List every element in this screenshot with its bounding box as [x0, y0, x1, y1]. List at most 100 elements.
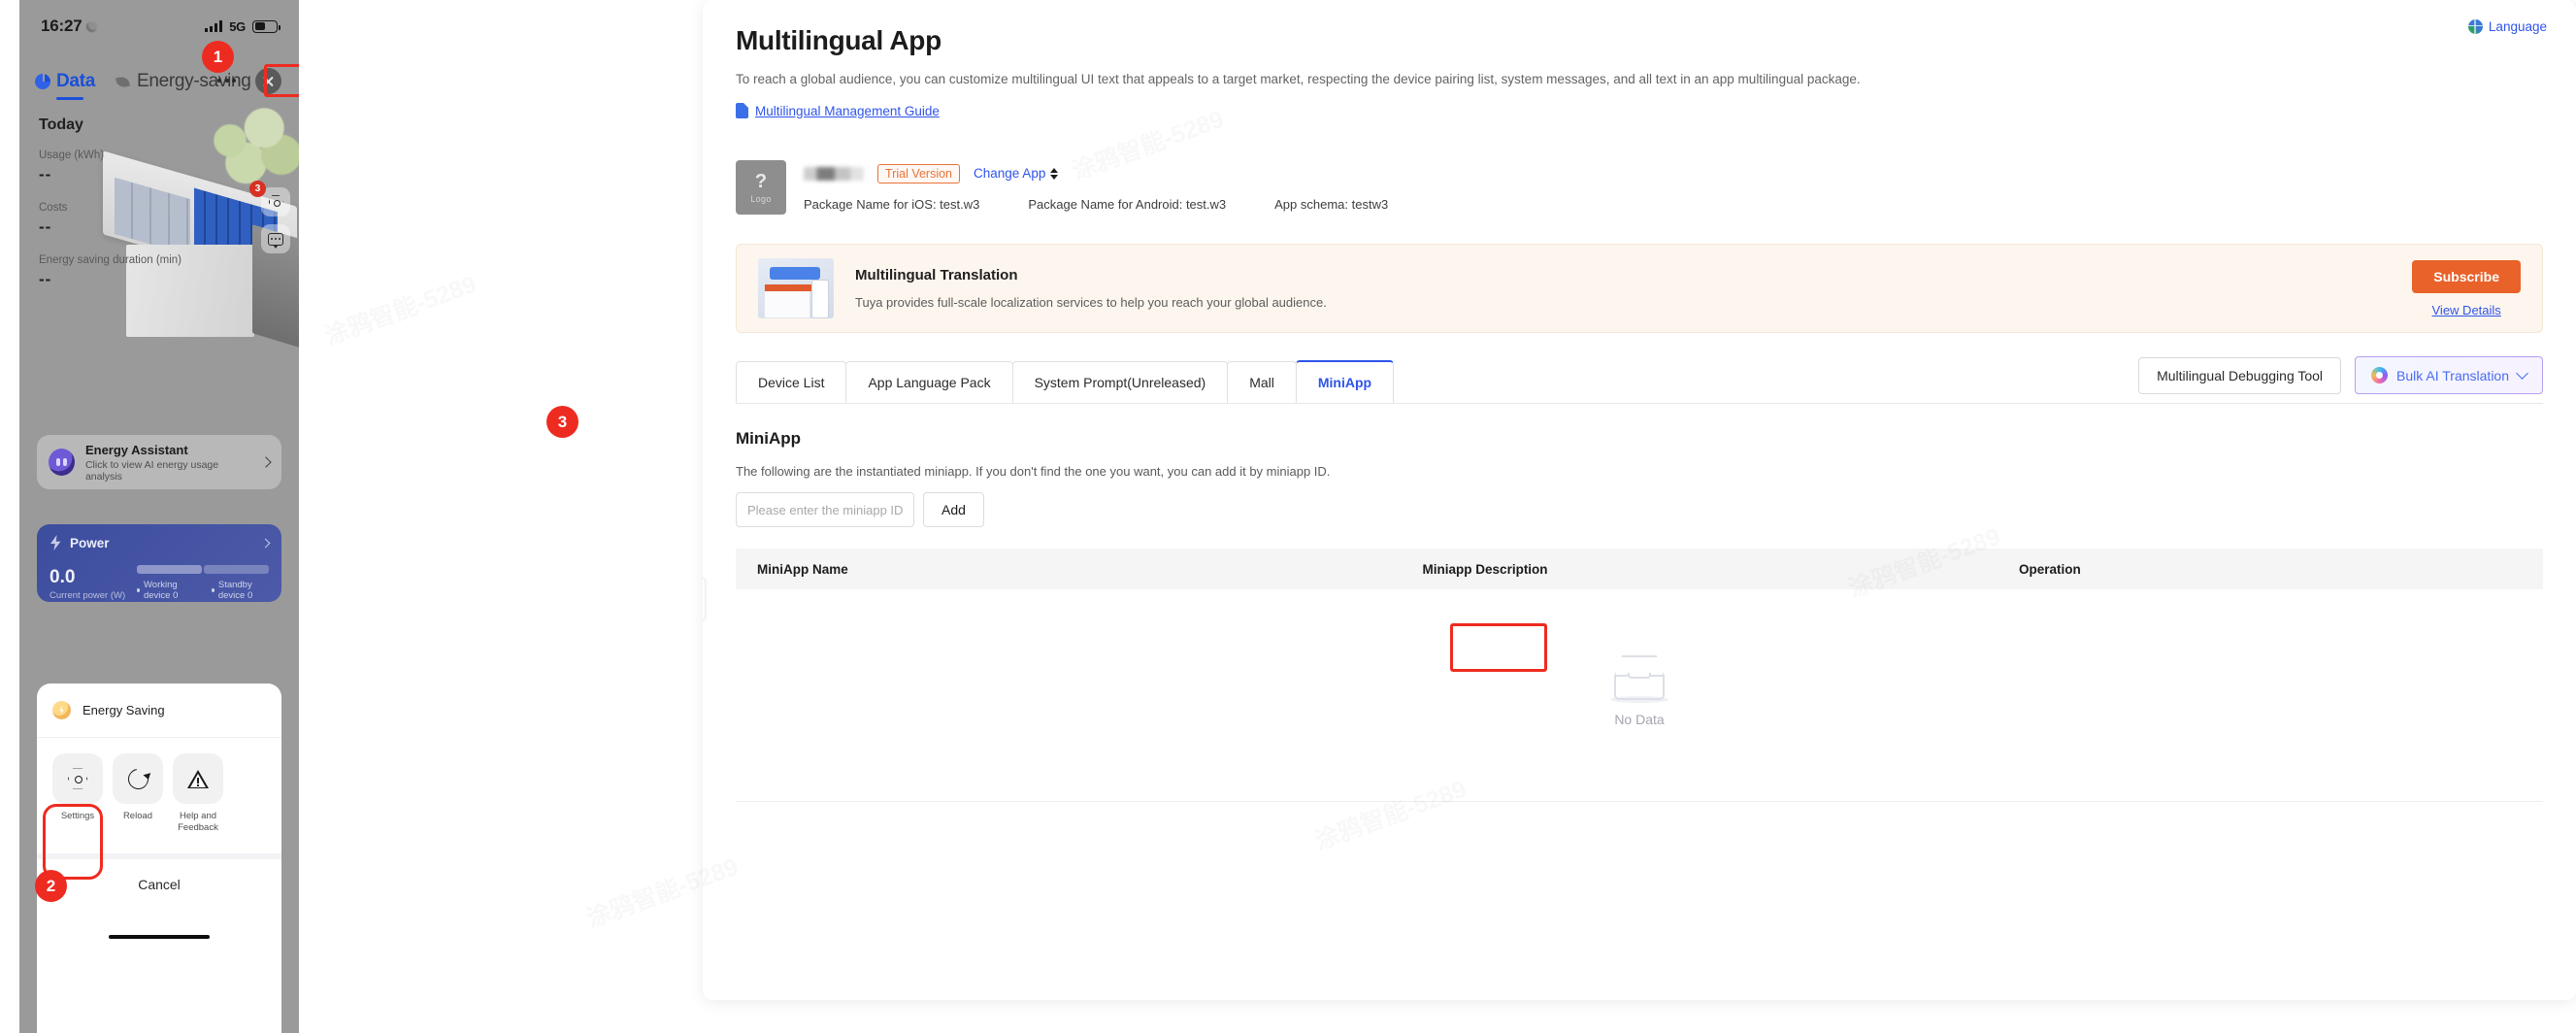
- phone-tab-data-label: Data: [56, 71, 95, 91]
- cancel-button[interactable]: Cancel: [37, 859, 281, 910]
- gear-hex-icon: [68, 768, 87, 789]
- tab-mall[interactable]: Mall: [1227, 361, 1297, 403]
- robot-icon: [49, 449, 75, 476]
- multilingual-guide-link[interactable]: Multilingual Management Guide: [736, 103, 940, 118]
- chat-bubble-icon: [268, 232, 283, 249]
- empty-tray-icon: [1610, 655, 1668, 703]
- power-value: 0.0: [50, 567, 76, 587]
- app-name-redacted: [804, 166, 864, 181]
- reload-icon: [123, 764, 152, 793]
- language-switcher[interactable]: Language: [2467, 19, 2547, 34]
- usage-value: --: [39, 165, 52, 183]
- step-marker-3: 3: [546, 406, 578, 438]
- promo-text: Multilingual Translation Tuya provides f…: [855, 267, 2391, 310]
- app-name-row: Trial Version Change App: [804, 163, 2543, 183]
- table-header-row: MiniApp Name Miniapp Description Operati…: [736, 549, 2543, 589]
- costs-label: Costs: [39, 202, 68, 214]
- tab-miniapp[interactable]: MiniApp: [1295, 360, 1395, 403]
- chevron-right-icon: [260, 538, 271, 548]
- language-label: Language: [2488, 19, 2547, 34]
- working-device-label: Working device 0: [143, 580, 179, 601]
- pie-chart-icon: [35, 74, 50, 89]
- energy-saving-row[interactable]: Energy Saving: [37, 683, 281, 738]
- tab-app-language-pack[interactable]: App Language Pack: [845, 361, 1013, 403]
- power-card-body: 0.0 Current power (W) Working device 0 S…: [50, 565, 269, 601]
- home-indicator: [109, 934, 210, 939]
- notification-badge: 3: [249, 181, 266, 197]
- power-unit-label: Current power (W): [50, 590, 126, 601]
- app-logo-question-mark: ?: [754, 170, 768, 192]
- settings-action[interactable]: Settings: [52, 753, 103, 834]
- promo-thumbnail: [758, 258, 834, 318]
- power-title: Power: [70, 535, 110, 550]
- content-tab-bar: Device List App Language Pack System Pro…: [736, 356, 2543, 404]
- panel-collapse-handle[interactable]: [703, 577, 706, 621]
- settings-label: Settings: [60, 811, 95, 821]
- column-header-miniapp-name: MiniApp Name: [757, 561, 848, 577]
- tab-bar-actions: Multilingual Debugging Tool Bulk AI Tran…: [2138, 356, 2543, 403]
- energy-saving-icon: [52, 701, 71, 719]
- table-footer-divider: [736, 801, 2543, 802]
- chat-fab[interactable]: [261, 224, 290, 253]
- add-miniapp-button[interactable]: Add: [923, 492, 984, 527]
- change-app-button[interactable]: Change App: [974, 166, 1059, 181]
- action-sheet: Energy Saving Settings Reload Help and F…: [37, 683, 281, 1033]
- app-info-card: ? Logo Trial Version Change App Package …: [736, 147, 2543, 228]
- status-time: 16:27: [41, 17, 83, 35]
- change-app-label: Change App: [974, 166, 1046, 181]
- leaf-icon: [115, 74, 131, 90]
- reload-label: Reload: [122, 811, 153, 821]
- moon-icon: [86, 20, 98, 32]
- promo-phone-graphic: [811, 280, 829, 318]
- saving-duration-label: Energy saving duration (min): [39, 254, 182, 266]
- section-title: MiniApp: [736, 429, 802, 448]
- device-settings-fab[interactable]: [261, 187, 290, 217]
- energy-assistant-title: Energy Assistant: [84, 442, 188, 457]
- device-legend: Working device 0 Standby device 0: [137, 580, 269, 601]
- energy-assistant-text: Energy Assistant Click to view AI energy…: [85, 443, 251, 483]
- energy-assistant-card[interactable]: Energy Assistant Click to view AI energy…: [37, 435, 281, 489]
- section-description: The following are the instantiated minia…: [736, 464, 1331, 479]
- reload-tile: [113, 753, 163, 804]
- close-icon[interactable]: [255, 68, 281, 94]
- device-bar-chart: Working device 0 Standby device 0: [137, 565, 269, 601]
- translation-promo-banner: Multilingual Translation Tuya provides f…: [736, 244, 2543, 333]
- costs-value: --: [39, 217, 52, 236]
- table-empty-state: No Data: [736, 589, 2543, 793]
- action-sheet-buttons: Settings Reload Help and Feedback: [37, 738, 281, 834]
- power-card[interactable]: Power 0.0 Current power (W) Working devi…: [37, 524, 281, 602]
- saving-duration-value: --: [39, 270, 52, 288]
- miniapp-id-input[interactable]: [736, 492, 914, 527]
- tab-system-prompt[interactable]: System Prompt(Unreleased): [1011, 361, 1229, 403]
- column-header-operation: Operation: [2019, 561, 2081, 577]
- app-logo-label: Logo: [750, 193, 772, 204]
- app-logo-placeholder: ? Logo: [736, 160, 786, 215]
- chevron-right-icon: [260, 456, 272, 468]
- step-marker-1: 1: [202, 41, 234, 73]
- miniapp-table: MiniApp Name Miniapp Description Operati…: [736, 549, 2543, 802]
- package-name-ios: Package Name for iOS: test.w3: [804, 196, 980, 212]
- package-name-android: Package Name for Android: test.w3: [1028, 196, 1227, 212]
- status-indicators: 5G: [205, 18, 281, 34]
- multilingual-debugging-tool-button[interactable]: Multilingual Debugging Tool: [2138, 356, 2342, 394]
- status-time-group: 16:27: [41, 17, 98, 36]
- promo-pill-graphic: [770, 267, 820, 280]
- bolt-icon: [50, 535, 61, 550]
- power-card-header: Power: [50, 535, 271, 550]
- reload-action[interactable]: Reload: [113, 753, 163, 834]
- gear-hex-icon: [268, 195, 283, 209]
- usage-label: Usage (kWh): [39, 150, 105, 161]
- help-feedback-action[interactable]: Help and Feedback: [173, 753, 223, 834]
- phone-tab-data[interactable]: Data: [35, 71, 95, 100]
- network-type: 5G: [229, 18, 246, 34]
- tab-device-list[interactable]: Device List: [736, 361, 847, 403]
- phone-status-bar: 16:27 5G: [19, 0, 299, 52]
- trial-version-badge: Trial Version: [877, 163, 961, 183]
- help-tile: [173, 753, 223, 804]
- view-details-link[interactable]: View Details: [2432, 303, 2501, 317]
- bulk-ai-translation-button[interactable]: Bulk AI Translation: [2355, 356, 2543, 394]
- subscribe-button[interactable]: Subscribe: [2412, 259, 2521, 293]
- app-package-row: Package Name for iOS: test.w3 Package Na…: [804, 197, 2543, 212]
- miniapp-add-row: Add: [736, 492, 2543, 527]
- multilingual-guide-label: Multilingual Management Guide: [755, 103, 940, 118]
